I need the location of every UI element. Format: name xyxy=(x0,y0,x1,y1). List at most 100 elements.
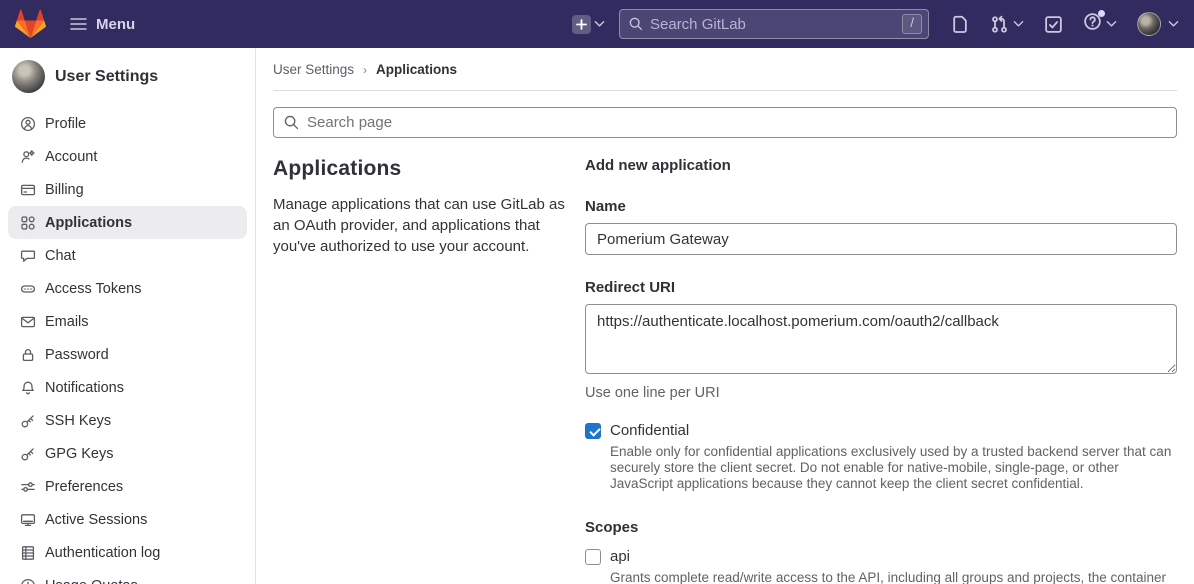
merge-request-icon xyxy=(990,15,1009,34)
help-icon xyxy=(1083,12,1102,36)
global-search-input[interactable] xyxy=(650,16,902,33)
search-shortcut-key: / xyxy=(902,14,922,34)
sidebar-item-chat[interactable]: Chat xyxy=(8,239,247,272)
chevron-down-icon xyxy=(1013,20,1024,28)
confidential-label[interactable]: Confidential xyxy=(610,422,1177,439)
scope-api-checkbox[interactable] xyxy=(585,549,601,565)
sidebar-item-authentication-log[interactable]: Authentication log xyxy=(8,536,247,569)
new-item-dropdown[interactable] xyxy=(572,15,605,34)
bell-icon xyxy=(20,380,36,396)
sidebar-item-preferences[interactable]: Preferences xyxy=(8,470,247,503)
chevron-right-icon: › xyxy=(363,63,367,77)
scope-api-row: api Grants complete read/write access to… xyxy=(585,548,1177,584)
search-icon xyxy=(284,115,299,130)
sidebar-item-label: Account xyxy=(45,149,97,165)
sidebar-item-billing[interactable]: Billing xyxy=(8,173,247,206)
sidebar-item-label: Access Tokens xyxy=(45,281,141,297)
chevron-down-icon xyxy=(1168,20,1179,28)
menu-label: Menu xyxy=(96,16,135,33)
sidebar-item-label: Profile xyxy=(45,116,86,132)
scope-api-description: Grants complete read/write access to the… xyxy=(610,570,1177,584)
sidebar-item-label: Billing xyxy=(45,182,84,198)
sidebar-item-account[interactable]: Account xyxy=(8,140,247,173)
sidebar-item-label: Authentication log xyxy=(45,545,160,561)
help-dropdown[interactable] xyxy=(1083,12,1117,36)
gitlab-logo[interactable] xyxy=(15,9,46,39)
application-name-input[interactable] xyxy=(585,223,1177,255)
sidebar-item-label: Usage Quotas xyxy=(45,578,138,584)
page-search[interactable] xyxy=(273,107,1177,138)
user-gear-icon xyxy=(20,149,36,165)
hamburger-icon xyxy=(70,17,87,31)
quota-icon xyxy=(20,578,36,584)
key-icon xyxy=(20,413,36,429)
global-search[interactable]: / xyxy=(619,9,929,39)
issues-icon xyxy=(951,15,970,34)
page-description: Manage applications that can use GitLab … xyxy=(273,194,565,257)
scopes-heading: Scopes xyxy=(585,519,1177,536)
confidential-row: Confidential Enable only for confidentia… xyxy=(585,422,1177,492)
sidebar-item-password[interactable]: Password xyxy=(8,338,247,371)
todo-check-icon xyxy=(1044,15,1063,34)
user-avatar xyxy=(1137,12,1161,36)
page-title: Applications xyxy=(273,157,565,181)
sidebar-item-label: Applications xyxy=(45,215,132,231)
breadcrumb-applications: Applications xyxy=(376,62,457,77)
sidebar-item-label: Preferences xyxy=(45,479,123,495)
merge-requests-dropdown[interactable] xyxy=(990,15,1024,34)
breadcrumb-user-settings[interactable]: User Settings xyxy=(273,62,354,77)
redirect-uri-textarea[interactable]: https://authenticate.localhost.pomerium.… xyxy=(585,304,1177,374)
lock-icon xyxy=(20,347,36,363)
sidebar-title: User Settings xyxy=(55,68,158,86)
sidebar-item-label: Password xyxy=(45,347,109,363)
chevron-down-icon xyxy=(1106,20,1117,28)
sidebar-item-applications[interactable]: Applications xyxy=(8,206,247,239)
menu-button[interactable]: Menu xyxy=(70,16,135,33)
confidential-description: Enable only for confidential application… xyxy=(610,444,1177,492)
sidebar-item-label: Active Sessions xyxy=(45,512,147,528)
main-content: User Settings › Applications Application… xyxy=(256,0,1194,584)
sidebar-item-ssh-keys[interactable]: SSH Keys xyxy=(8,404,247,437)
redirect-uri-label: Redirect URI xyxy=(585,279,1177,296)
log-table-icon xyxy=(20,545,36,561)
sidebar-item-active-sessions[interactable]: Active Sessions xyxy=(8,503,247,536)
settings-sidebar: User Settings Profile Account Billing Ap… xyxy=(0,48,256,584)
sidebar-item-gpg-keys[interactable]: GPG Keys xyxy=(8,437,247,470)
token-icon xyxy=(20,281,36,297)
profile-avatar xyxy=(12,60,45,93)
sidebar-item-profile[interactable]: Profile xyxy=(8,107,247,140)
chat-bubble-icon xyxy=(20,248,36,264)
notification-dot xyxy=(1098,10,1105,17)
credit-card-icon xyxy=(20,182,36,198)
sidebar-item-label: Chat xyxy=(45,248,76,264)
confidential-checkbox[interactable] xyxy=(585,423,601,439)
issues-button[interactable] xyxy=(951,15,970,34)
monitor-icon xyxy=(20,512,36,528)
user-menu[interactable] xyxy=(1137,12,1179,36)
breadcrumb: User Settings › Applications xyxy=(273,62,1177,77)
sidebar-item-label: SSH Keys xyxy=(45,413,111,429)
page-search-input[interactable] xyxy=(307,114,1166,131)
key-icon xyxy=(20,446,36,462)
form-heading: Add new application xyxy=(585,157,1177,174)
sidebar-item-label: GPG Keys xyxy=(45,446,114,462)
name-label: Name xyxy=(585,198,1177,215)
search-icon xyxy=(629,17,643,31)
sidebar-item-emails[interactable]: Emails xyxy=(8,305,247,338)
sliders-icon xyxy=(20,479,36,495)
sidebar-item-label: Notifications xyxy=(45,380,124,396)
user-icon xyxy=(20,116,36,132)
top-navbar: Menu / xyxy=(0,0,1194,48)
sidebar-item-usage-quotas[interactable]: Usage Quotas xyxy=(8,569,247,584)
todos-button[interactable] xyxy=(1044,15,1063,34)
plus-icon xyxy=(572,15,591,34)
chevron-down-icon xyxy=(594,20,605,28)
mail-icon xyxy=(20,314,36,330)
sidebar-item-access-tokens[interactable]: Access Tokens xyxy=(8,272,247,305)
sidebar-item-notifications[interactable]: Notifications xyxy=(8,371,247,404)
gitlab-tanuki-icon xyxy=(15,9,46,39)
sidebar-item-label: Emails xyxy=(45,314,89,330)
scope-api-label[interactable]: api xyxy=(610,548,1177,565)
redirect-uri-hint: Use one line per URI xyxy=(585,385,1177,401)
divider xyxy=(273,90,1177,91)
